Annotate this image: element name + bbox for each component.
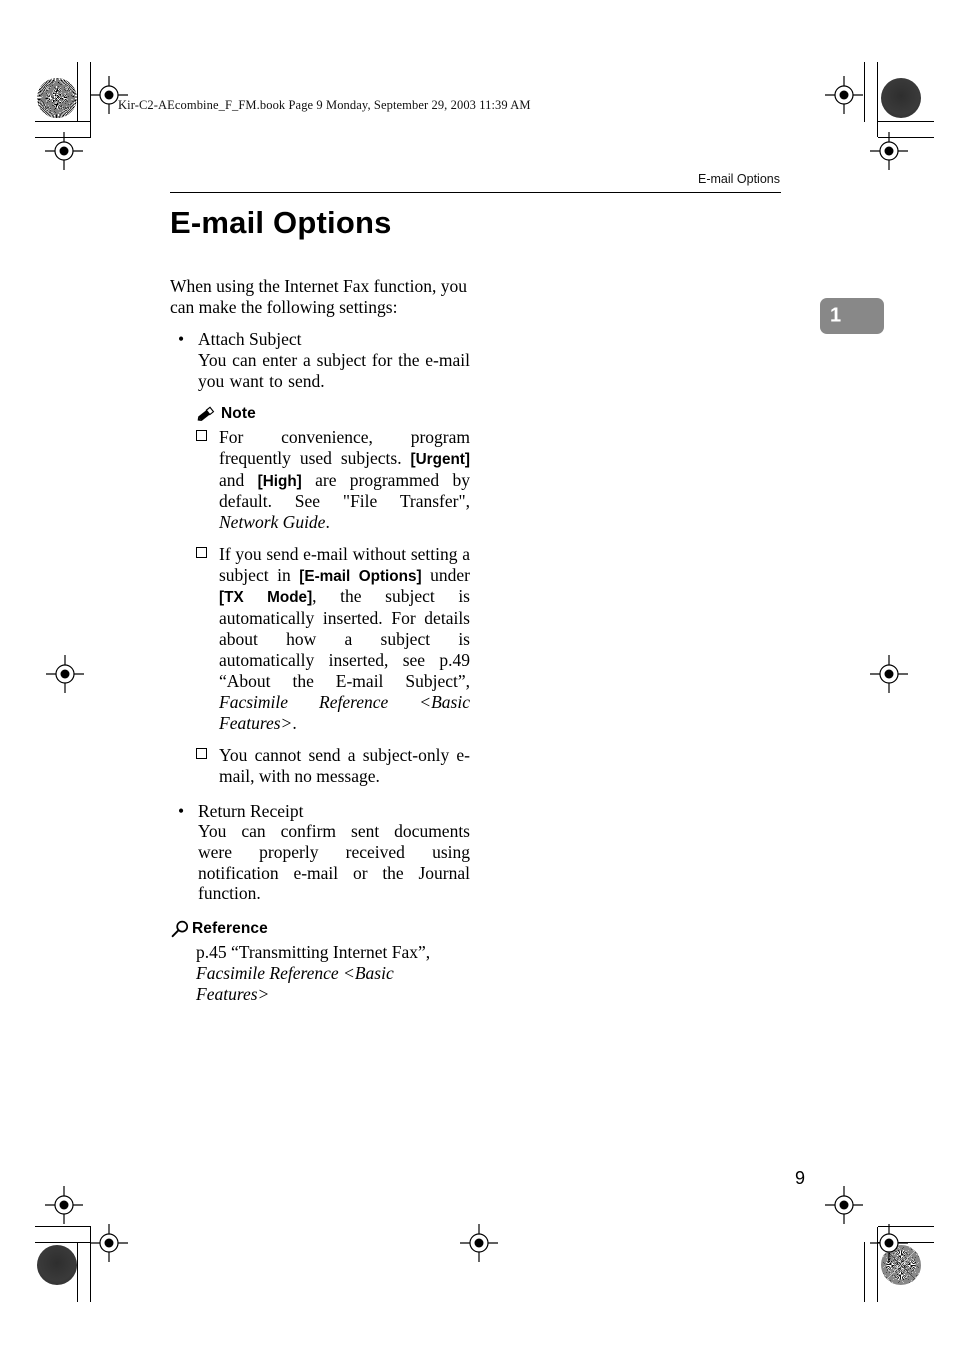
reference-line-1: p.45 “Transmitting Internet Fax”,	[196, 941, 431, 962]
crop-mark-top-right-h1	[878, 121, 934, 122]
crop-mark-bottom-left-v1	[77, 1242, 78, 1302]
bullet-icon: •	[178, 800, 185, 821]
note-item: You cannot send a subject-only e-mail, w…	[196, 745, 470, 787]
chapter-tab-marker: 1	[820, 298, 884, 334]
note-text-1: For convenience, program frequently used…	[219, 427, 470, 532]
registration-mark-right-lower	[825, 1186, 863, 1224]
square-bullet-icon	[196, 430, 207, 442]
note-text-run: .	[292, 712, 297, 733]
pencil-icon	[196, 405, 216, 423]
magnifier-icon	[170, 920, 190, 938]
book-title-reference: Network Guide	[219, 511, 326, 532]
bullet-icon: •	[178, 329, 185, 350]
note-text-run: and	[219, 469, 258, 490]
registration-mark-left-middle	[46, 655, 84, 693]
scanned-page: Kir-C2-AEcombine_F_FM.book Page 9 Monday…	[0, 0, 954, 1348]
list-item-attach-subject: • Attach Subject You can enter a subject…	[170, 329, 470, 391]
note-callout-label: Note	[221, 405, 256, 423]
intro-paragraph: When using the Internet Fax function, yo…	[170, 276, 467, 317]
list-item-return-receipt: • Return Receipt You can confirm sent do…	[170, 801, 470, 904]
density-patch-top-right	[881, 78, 921, 118]
ui-key-label: [High]	[257, 472, 302, 490]
reference-callout-label: Reference	[192, 919, 268, 937]
crop-mark-top-left-h1	[35, 121, 91, 122]
reference-body: p.45 “Transmitting Internet Fax”, Facsim…	[196, 942, 470, 1005]
reference-line-2: Facsimile Reference <Basic Features>	[196, 962, 394, 1004]
registration-mark-right-middle	[870, 655, 908, 693]
crop-mark-top-right-v2	[877, 62, 878, 137]
registration-mark-bottom-right	[870, 1224, 908, 1262]
square-bullet-icon	[196, 747, 207, 759]
registration-mark-right-upper	[870, 132, 908, 170]
registration-mark-left-upper	[45, 132, 83, 170]
ui-key-label: [TX Mode]	[219, 589, 313, 607]
note-text-run: .	[325, 511, 330, 532]
registration-mark-bottom-left	[90, 1224, 128, 1262]
page-number: 9	[795, 1168, 806, 1188]
registration-mark-bottom-center	[460, 1224, 498, 1262]
book-title-reference: Facsimile Reference <Basic Features>	[219, 691, 470, 733]
note-item: For convenience, program frequently used…	[196, 427, 470, 533]
note-callout: Note For convenience, program frequently…	[196, 405, 470, 786]
note-text-3: You cannot send a subject-only e-mail, w…	[219, 745, 470, 786]
registration-mark-top-right	[825, 76, 863, 114]
book-file-info-line: Kir-C2-AEcombine_F_FM.book Page 9 Monday…	[118, 98, 531, 112]
crop-mark-top-left-v1	[77, 62, 78, 122]
list-item-heading: Attach Subject	[198, 329, 302, 350]
note-text-run: You cannot send a subject-only e-mail, w…	[219, 744, 470, 786]
crop-mark-bottom-right-v1	[864, 1242, 865, 1302]
registration-mark-left-lower	[45, 1186, 83, 1224]
note-item: If you send e-mail without setting a sub…	[196, 544, 470, 734]
crop-mark-bottom-left-h1	[35, 1226, 91, 1227]
reference-callout-header: Reference	[170, 920, 470, 938]
crop-mark-bottom-left-h2	[35, 1242, 91, 1243]
note-text-2: If you send e-mail without setting a sub…	[219, 544, 470, 733]
ui-key-label: [Urgent]	[410, 451, 470, 469]
running-header: E-mail Options	[698, 172, 780, 186]
note-callout-header: Note	[196, 405, 470, 423]
halftone-patch-top-left	[37, 78, 77, 118]
ui-key-label: [E-mail Options]	[299, 567, 422, 585]
page-title: E-mail Options	[170, 205, 392, 240]
chapter-number: 1	[830, 304, 842, 327]
density-patch-bottom-left	[37, 1245, 77, 1285]
header-rule	[170, 192, 781, 194]
list-item-heading: Return Receipt	[198, 800, 304, 821]
reference-callout: Reference p.45 “Transmitting Internet Fa…	[170, 920, 470, 1005]
square-bullet-icon	[196, 546, 207, 558]
list-item-body: You can confirm sent documents were prop…	[198, 821, 470, 904]
note-text-run: under	[421, 564, 470, 585]
page-content: E-mail Options When using the Internet F…	[170, 205, 470, 1005]
list-item-body: You can enter a subject for the e-mail y…	[198, 350, 470, 391]
crop-mark-top-right-v1	[864, 62, 865, 122]
